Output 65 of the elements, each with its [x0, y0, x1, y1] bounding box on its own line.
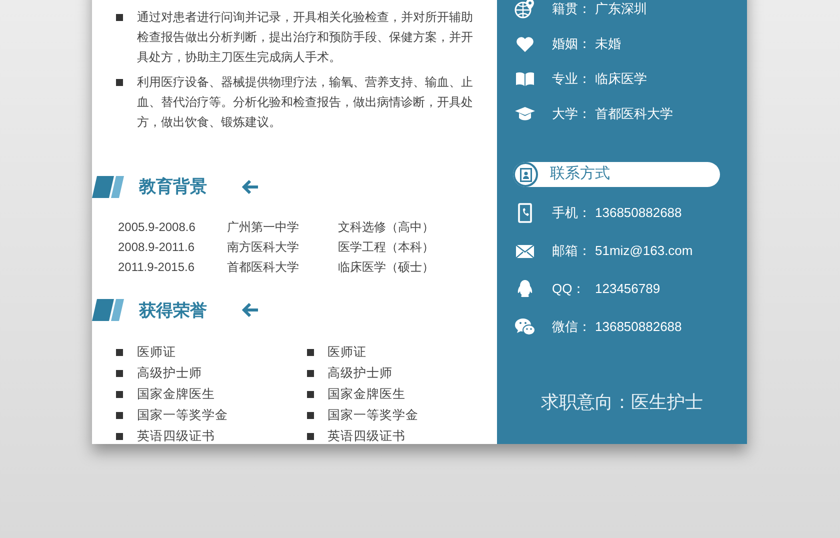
field-value: 123456789 — [595, 280, 660, 298]
school-name: 广州第一中学 — [227, 218, 300, 236]
bullet-icon — [306, 412, 314, 418]
honor-item: 国家一等奖学金 — [137, 406, 228, 424]
bullet-icon — [306, 370, 314, 376]
field-value: 临床医学 — [595, 70, 647, 88]
honor-item: 高级护士师 — [137, 364, 202, 382]
bullet-icon — [306, 348, 314, 356]
heart-icon — [516, 36, 534, 52]
school-name: 首都医科大学 — [227, 258, 300, 276]
field-value: 广东深圳 — [595, 0, 647, 18]
bullet-icon — [306, 390, 314, 398]
degree-major: 临床医学（硕士） — [338, 258, 434, 276]
bullet-icon — [116, 79, 123, 86]
honor-item: 国家金牌医生 — [137, 386, 215, 403]
date-range: 2005.9-2008.6 — [118, 218, 196, 236]
field-label: 邮箱： — [552, 242, 592, 260]
phone-icon — [518, 203, 532, 223]
experience-text: 利用医疗设备、器械提供物理疗法，输氧、营养支持、输血、止血、替代治疗等。分析化验和检查报告，做出病情诊断，开具处方，做出饮食、锻炼建议。 — [137, 74, 474, 131]
experience-text: 通过对患者进行问询并记录，开具相关化验检查，并对所开辅助检查报告做出分析判断，提出治疗和预防手段、保健方案，并开具处方，协助主刀医生完成病人手术。 — [137, 9, 474, 66]
degree-major: 医学工程（本科） — [338, 238, 434, 256]
bullet-icon — [306, 432, 314, 440]
honor-item: 高级护士师 — [328, 364, 392, 382]
section-marker-icon — [92, 299, 124, 322]
honor-item: 医师证 — [328, 344, 366, 361]
bullet-icon — [116, 348, 123, 356]
honor-item: 医师证 — [137, 344, 176, 361]
open-book-icon — [516, 72, 534, 86]
field-value: 136850882688 — [595, 204, 682, 222]
contact-book-icon — [520, 168, 532, 182]
field-label: 婚姻： — [552, 35, 592, 54]
section-title: 获得荣誉 — [139, 300, 208, 322]
field-label: 专业： — [552, 70, 592, 88]
contact-section-title: 联系方式 — [550, 164, 610, 184]
date-range: 2011.9-2015.6 — [118, 258, 196, 276]
chat-bubbles-icon — [515, 318, 535, 336]
degree-major: 文科选修（高中） — [338, 218, 434, 236]
section-title: 教育背景 — [139, 176, 208, 198]
bullet-icon — [116, 14, 123, 21]
bullet-icon — [116, 370, 123, 376]
penguin-icon — [517, 280, 533, 298]
field-label: QQ： — [552, 280, 586, 298]
honor-item: 国家金牌医生 — [328, 386, 406, 403]
field-value: 未婚 — [595, 35, 621, 54]
bullet-icon — [116, 412, 123, 418]
field-value: 51miz@163.com — [595, 242, 693, 260]
honor-item: 英语四级证书 — [328, 428, 406, 445]
section-marker-icon — [92, 176, 124, 198]
honor-item: 英语四级证书 — [137, 428, 215, 445]
bullet-icon — [116, 432, 123, 440]
field-label: 微信： — [552, 318, 592, 336]
field-label: 大学： — [552, 105, 592, 124]
field-label: 手机： — [552, 204, 592, 222]
job-objective: 求职意向：医生护士 — [541, 391, 703, 414]
date-range: 2008.9-2011.6 — [118, 238, 196, 256]
field-value: 首都医科大学 — [595, 105, 673, 124]
field-label: 籍贯： — [552, 0, 592, 18]
envelope-icon — [516, 244, 534, 258]
school-name: 南方医科大学 — [227, 238, 300, 256]
bullet-icon — [116, 390, 123, 398]
field-value: 136850882688 — [595, 318, 682, 336]
honor-item: 国家一等奖学金 — [328, 406, 418, 424]
graduation-cap-icon — [515, 107, 535, 121]
left-arrow-icon — [241, 178, 259, 195]
left-arrow-icon — [241, 302, 259, 318]
